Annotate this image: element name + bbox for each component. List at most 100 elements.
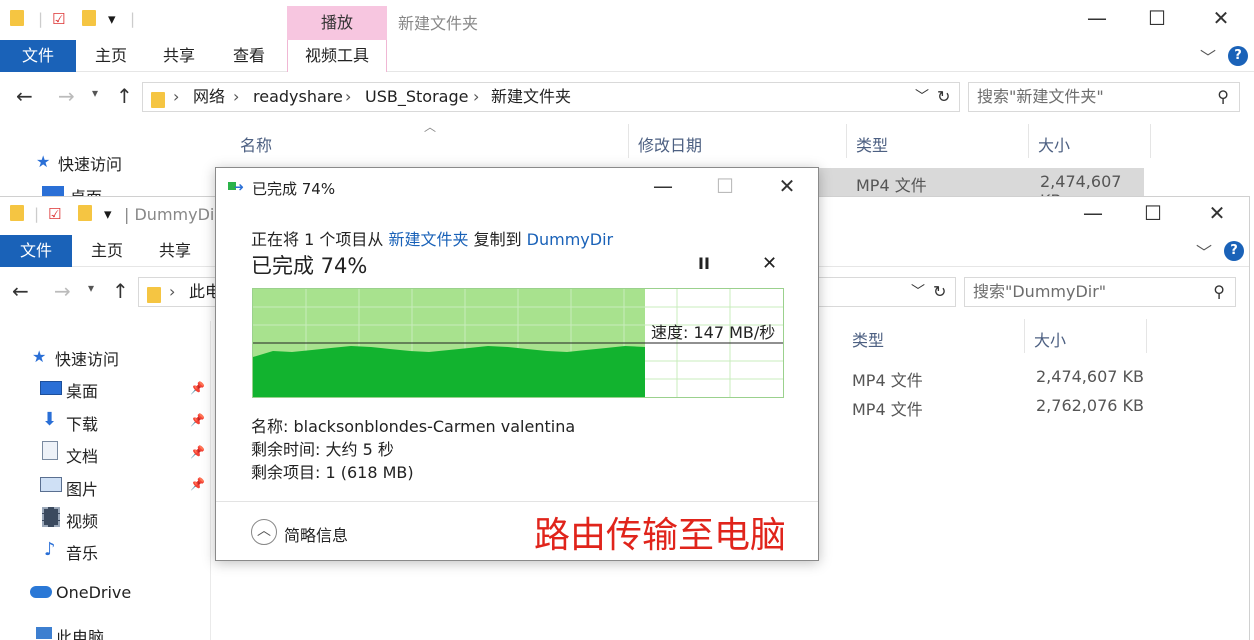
folder-icon (147, 284, 161, 312)
tab-file[interactable]: 文件 (0, 40, 76, 72)
close-button[interactable]: ✕ (1194, 201, 1240, 225)
nav-downloads[interactable]: 下载 (66, 411, 98, 435)
time-remaining-line: 剩余时间: 大约 5 秒 (251, 440, 394, 459)
destination-folder-link[interactable]: DummyDir (527, 230, 613, 249)
contextual-tab-header: 播放 (287, 6, 387, 40)
file-name-line: 名称: blacksonblondes-Carmen valentina (251, 417, 576, 436)
nav-quick-access[interactable]: 快速访问 (55, 346, 119, 370)
tab-video-tools[interactable]: 视频工具 (287, 40, 387, 72)
copy-progress-dialog: ➜ 已完成 74% — ☐ ✕ 正在将 1 个项目从 新建文件夹 复制到 Dum… (215, 167, 819, 561)
tab-share[interactable]: 共享 (148, 40, 210, 72)
refresh-icon[interactable]: ↻ (937, 83, 950, 111)
up-arrow-icon[interactable]: ↑ (112, 279, 129, 303)
pin-icon[interactable]: 📌 (190, 445, 205, 459)
pause-button[interactable]: II (698, 254, 710, 273)
speed-graph-svg (253, 289, 783, 397)
column-header-size[interactable]: 大小 (1034, 327, 1066, 351)
recent-locations-icon[interactable]: ▾ (92, 86, 98, 100)
search-input[interactable]: 搜索"新建文件夹" ⚲ (968, 82, 1240, 112)
back-address-row: ← → ▾ ↑ › 网络 › readyshare › USB_Storage … (0, 72, 1254, 124)
nav-quick-access[interactable]: 快速访问 (58, 151, 122, 175)
maximize-button[interactable]: ☐ (1134, 6, 1180, 30)
folder-icon (10, 205, 24, 225)
nav-pictures[interactable]: 图片 (66, 476, 98, 500)
breadcrumb-item[interactable]: USB_Storage (365, 83, 468, 111)
properties-icon[interactable]: ☑ (48, 205, 61, 223)
star-icon: ★ (36, 152, 51, 171)
onedrive-cloud-icon (30, 586, 52, 598)
source-folder-link[interactable]: 新建文件夹 (388, 230, 468, 249)
pin-icon[interactable]: 📌 (190, 381, 205, 395)
address-dropdown-icon[interactable]: ﹀ (911, 278, 925, 306)
pin-icon[interactable]: 📌 (190, 413, 205, 427)
up-arrow-icon[interactable]: ↑ (116, 84, 133, 108)
chevron-down-icon[interactable]: ﹀ (1196, 239, 1212, 263)
back-arrow-icon[interactable]: ← (12, 279, 29, 303)
desktop-icon (40, 381, 62, 395)
pin-icon[interactable]: 📌 (190, 477, 205, 491)
tab-home[interactable]: 主页 (76, 235, 138, 267)
nav-onedrive[interactable]: OneDrive (56, 583, 131, 602)
help-icon[interactable]: ? (1228, 46, 1248, 66)
column-header-name[interactable]: 名称 (240, 132, 272, 156)
minimize-button[interactable]: — (1070, 201, 1116, 225)
table-row[interactable]: MP4 文件 2,474,607 KB (818, 363, 1148, 391)
transfer-speed-graph: 速度: 147 MB/秒 (252, 288, 784, 398)
column-header-type[interactable]: 类型 (856, 132, 888, 156)
customize-qat-icon[interactable]: ▾ (108, 10, 116, 28)
collapse-chevron-icon[interactable]: ︿ (251, 519, 277, 545)
this-pc-icon (36, 627, 52, 639)
overlay-caption: 路由传输至电脑 (534, 515, 787, 556)
refresh-icon[interactable]: ↻ (933, 278, 946, 306)
help-icon[interactable]: ? (1224, 241, 1244, 261)
chevron-down-icon[interactable]: ﹀ (1200, 44, 1216, 68)
tab-home[interactable]: 主页 (80, 40, 142, 72)
back-title-bar: | ☑ ▾ | 播放 新建文件夹 — ☐ ✕ (0, 0, 1254, 40)
nav-this-pc[interactable]: 此电脑 (56, 624, 104, 640)
cancel-copy-button[interactable]: ✕ (762, 253, 777, 274)
music-note-icon: ♪ (44, 539, 56, 560)
minimize-button[interactable]: — (640, 174, 686, 198)
forward-arrow-icon[interactable]: → (54, 279, 71, 303)
nav-documents[interactable]: 文档 (66, 443, 98, 467)
nav-videos[interactable]: 视频 (66, 508, 98, 532)
star-icon: ★ (32, 347, 47, 366)
breadcrumb-item[interactable]: 网络 (193, 83, 225, 111)
breadcrumb-item[interactable]: 新建文件夹 (491, 83, 571, 111)
nav-desktop[interactable]: 桌面 (66, 378, 98, 402)
tab-file[interactable]: 文件 (0, 235, 72, 267)
forward-arrow-icon[interactable]: → (58, 84, 75, 108)
speed-label: 速度: 147 MB/秒 (651, 323, 776, 342)
recent-locations-icon[interactable]: ▾ (88, 281, 94, 295)
sort-chevron-icon: ︿ (424, 120, 437, 134)
nav-music[interactable]: 音乐 (66, 540, 98, 564)
new-folder-icon[interactable] (78, 205, 92, 225)
column-header-date[interactable]: 修改日期 (638, 132, 702, 156)
progress-heading: 已完成 74% (251, 254, 368, 278)
customize-qat-icon[interactable]: ▾ (104, 205, 112, 223)
table-row[interactable]: MP4 文件 2,762,076 KB (818, 392, 1148, 420)
pictures-icon (40, 477, 62, 492)
address-bar[interactable]: › 网络 › readyshare › USB_Storage › 新建文件夹 … (142, 82, 960, 112)
tab-view[interactable]: 查看 (218, 40, 280, 72)
window-title: 新建文件夹 (398, 14, 479, 33)
table-row-selected[interactable]: MP4 文件 2,474,607 KB (818, 168, 1144, 210)
maximize-button[interactable]: ☐ (1130, 201, 1176, 225)
fewer-details-toggle[interactable]: 简略信息 (284, 522, 348, 546)
search-input[interactable]: 搜索"DummyDir" ⚲ (964, 277, 1236, 307)
video-film-icon (42, 507, 60, 527)
close-button[interactable]: ✕ (764, 174, 810, 198)
back-arrow-icon[interactable]: ← (16, 84, 33, 108)
minimize-button[interactable]: — (1074, 6, 1120, 30)
copy-description: 正在将 1 个项目从 新建文件夹 复制到 DummyDir (251, 230, 614, 249)
new-folder-icon[interactable] (82, 10, 96, 30)
items-remaining-line: 剩余项目: 1 (618 MB) (251, 463, 414, 482)
dialog-title: 已完成 74% (252, 180, 336, 198)
address-dropdown-icon[interactable]: ﹀ (915, 83, 929, 111)
column-header-size[interactable]: 大小 (1038, 132, 1070, 156)
breadcrumb-item[interactable]: readyshare (253, 83, 343, 111)
tab-share[interactable]: 共享 (144, 235, 206, 267)
column-header-type[interactable]: 类型 (852, 327, 884, 351)
properties-icon[interactable]: ☑ (52, 10, 65, 28)
close-button[interactable]: ✕ (1198, 6, 1244, 30)
